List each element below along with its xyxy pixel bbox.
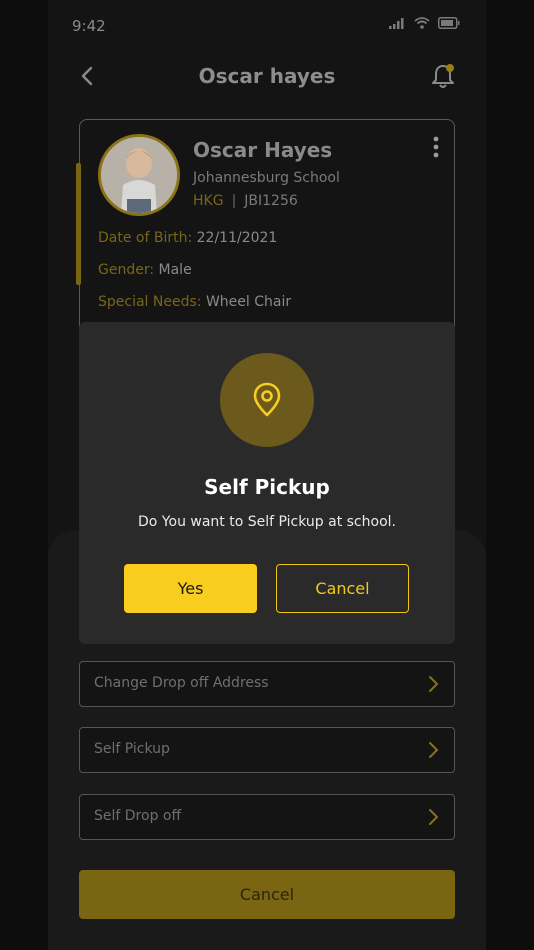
dob-label: Date of Birth: [98,230,193,246]
option-label: Self Drop off [94,808,182,824]
more-options-icon[interactable] [432,136,440,158]
app-screen: 9:42 Oscar hayes Oscar Hayes Johannesbur… [48,0,486,950]
special-needs-value: Wheel Chair [205,294,292,310]
dialog-title: Self Pickup [204,475,330,499]
student-name: Oscar Hayes [193,138,333,162]
special-needs-row: Special Needs: Wheel Chair [98,294,291,310]
option-label: Self Pickup [94,741,170,757]
special-needs-label: Special Needs: [98,294,202,310]
dob-row: Date of Birth: 22/11/2021 [98,230,277,246]
dialog-message: Do You want to Self Pickup at school. [138,514,396,530]
code-b: JBI1256 [244,193,298,209]
code-separator: | [231,193,237,209]
cancel-button[interactable]: Cancel [79,870,455,919]
gender-row: Gender: Male [98,262,192,278]
chevron-right-icon [429,676,438,692]
change-drop-off-address-option[interactable]: Change Drop off Address [79,661,455,707]
status-icons [389,17,460,29]
dob-value: 22/11/2021 [196,230,278,246]
bell-icon[interactable] [430,62,456,90]
self-pickup-dialog: Self Pickup Do You want to Self Pickup a… [79,322,455,644]
gender-value: Male [158,262,192,278]
chevron-right-icon [429,809,438,825]
signal-icon [389,18,404,29]
code-a: HKG [193,193,224,209]
student-codes: HKG | JBI1256 [193,193,298,209]
school-name: Johannesburg School [193,170,340,186]
yes-button[interactable]: Yes [124,564,257,613]
status-time: 9:42 [72,17,106,35]
chevron-right-icon [429,742,438,758]
child-photo [101,137,177,213]
dialog-cancel-button[interactable]: Cancel [276,564,409,613]
student-profile-card: Oscar Hayes Johannesburg School HKG | JBI1… [76,119,455,351]
card-accent-bar [76,163,81,285]
page-title: Oscar hayes [198,64,336,88]
location-pin-icon [253,382,281,417]
avatar [98,134,180,216]
gender-label: Gender: [98,262,155,278]
wifi-icon [414,17,430,29]
location-pin-badge [220,353,314,447]
battery-icon [438,17,460,29]
self-pickup-option[interactable]: Self Pickup [79,727,455,773]
self-drop-off-option[interactable]: Self Drop off [79,794,455,840]
option-label: Change Drop off Address [94,675,269,691]
